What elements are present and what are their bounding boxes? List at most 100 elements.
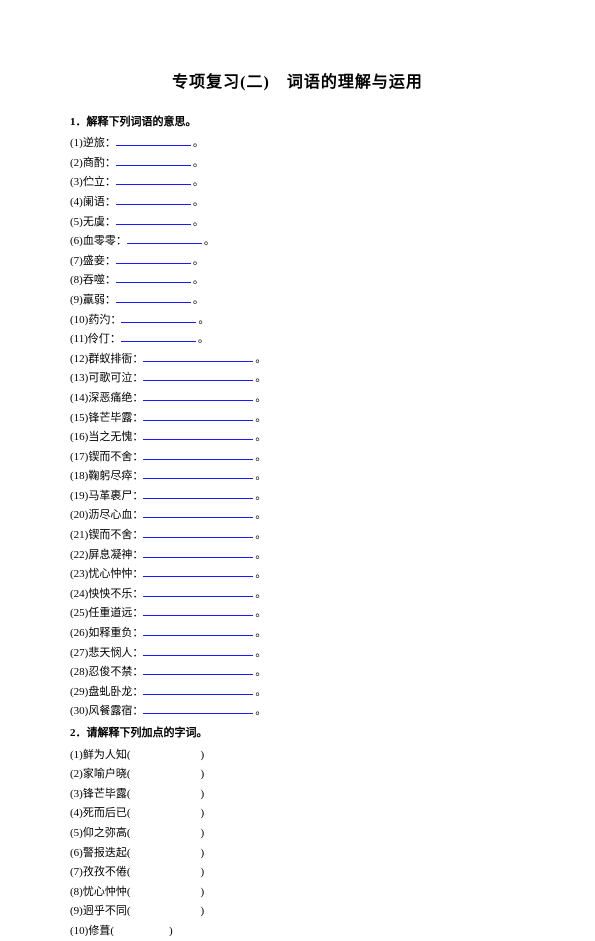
answer-blank[interactable]: [143, 390, 253, 401]
period: 。: [255, 449, 266, 467]
char-word: 锋芒毕露(: [83, 786, 131, 804]
answer-blank[interactable]: [143, 605, 253, 616]
vocab-label: (7): [70, 253, 83, 271]
period: 。: [204, 233, 215, 251]
answer-blank[interactable]: [116, 135, 191, 146]
answer-blank[interactable]: [143, 449, 253, 460]
period: 。: [255, 468, 266, 486]
period: 。: [193, 214, 204, 232]
vocab-label: (27): [70, 645, 88, 663]
vocab-label: (4): [70, 194, 83, 212]
period: 。: [255, 429, 266, 447]
vocab-row: (23)忧心忡忡：。: [70, 566, 525, 584]
answer-blank[interactable]: [116, 272, 191, 283]
vocab-word: 伶仃：: [88, 331, 121, 349]
vocab-row: (16)当之无愧：。: [70, 429, 525, 447]
char-word: 死而后已(: [83, 805, 131, 823]
answer-blank[interactable]: [116, 174, 191, 185]
vocab-word: 如释重负：: [88, 625, 143, 643]
period: 。: [193, 272, 204, 290]
section2-list: (1)鲜为人知()(2)家喻户晓()(3)锋芒毕露()(4)死而后已()(5)仰…: [70, 747, 525, 941]
vocab-row: (8)吞噬：。: [70, 272, 525, 290]
char-word: 仰之弥高(: [83, 825, 131, 843]
period: 。: [255, 664, 266, 682]
char-word: 警报迭起(: [83, 845, 131, 863]
vocab-row: (19)马革裹尸：。: [70, 488, 525, 506]
answer-blank[interactable]: [121, 312, 196, 323]
period: 。: [193, 194, 204, 212]
vocab-word: 深恶痛绝：: [88, 390, 143, 408]
answer-blank[interactable]: [143, 527, 253, 538]
vocab-label: (19): [70, 488, 88, 506]
char-word: 忧心忡忡(: [83, 884, 131, 902]
char-row: (10)修葺(): [70, 923, 525, 941]
vocab-word: 逆旅：: [83, 135, 116, 153]
vocab-label: (20): [70, 507, 88, 525]
vocab-row: (26)如释重负： 。: [70, 625, 525, 643]
close-paren: ): [201, 884, 205, 902]
answer-blank[interactable]: [143, 684, 253, 695]
char-word: 修葺(: [88, 923, 114, 941]
answer-blank[interactable]: [143, 645, 253, 656]
vocab-label: (11): [70, 331, 88, 349]
close-paren: ): [201, 766, 205, 784]
vocab-row: (9)羸弱：。: [70, 292, 525, 310]
answer-blank[interactable]: [143, 351, 253, 362]
vocab-row: (1)逆旅： 。: [70, 135, 525, 153]
vocab-label: (1): [70, 135, 83, 153]
answer-blank[interactable]: [143, 468, 253, 479]
answer-blank[interactable]: [143, 370, 253, 381]
answer-blank[interactable]: [143, 507, 253, 518]
vocab-row: (14)深恶痛绝：。: [70, 390, 525, 408]
char-label: (9): [70, 903, 83, 921]
answer-blank[interactable]: [127, 233, 202, 244]
answer-blank[interactable]: [143, 703, 253, 714]
char-label: (10): [70, 923, 88, 941]
vocab-label: (26): [70, 625, 88, 643]
answer-blank[interactable]: [116, 194, 191, 205]
answer-blank[interactable]: [143, 547, 253, 558]
vocab-word: 盛妾：: [83, 253, 116, 271]
period: 。: [255, 625, 266, 643]
char-word: 鲜为人知(: [83, 747, 131, 765]
char-row: (1)鲜为人知(): [70, 747, 525, 765]
vocab-row: (29)盘虬卧龙：。: [70, 684, 525, 702]
char-label: (8): [70, 884, 83, 902]
answer-blank[interactable]: [121, 331, 196, 342]
answer-blank[interactable]: [143, 586, 253, 597]
vocab-row: (28)忍俊不禁：。: [70, 664, 525, 682]
vocab-word: 风餐露宿：: [88, 703, 143, 721]
answer-blank[interactable]: [116, 155, 191, 166]
period: 。: [193, 135, 204, 153]
close-paren: ): [201, 786, 205, 804]
answer-blank[interactable]: [143, 410, 253, 421]
char-row: (7)孜孜不倦(): [70, 864, 525, 882]
answer-blank[interactable]: [143, 664, 253, 675]
answer-blank[interactable]: [143, 566, 253, 577]
close-paren: ): [201, 805, 205, 823]
vocab-word: 无虞：: [83, 214, 116, 232]
answer-blank[interactable]: [143, 429, 253, 440]
vocab-word: 怏怏不乐：: [88, 586, 143, 604]
answer-blank[interactable]: [116, 214, 191, 225]
vocab-row: (15)锋芒毕露：。: [70, 410, 525, 428]
vocab-row: (3)伫立：。: [70, 174, 525, 192]
vocab-row: (7)盛妾：。: [70, 253, 525, 271]
vocab-label: (17): [70, 449, 88, 467]
char-label: (2): [70, 766, 83, 784]
answer-blank[interactable]: [143, 488, 253, 499]
answer-blank[interactable]: [116, 253, 191, 264]
char-row: (5)仰之弥高(): [70, 825, 525, 843]
vocab-row: (12)群蚁排衙：。: [70, 351, 525, 369]
vocab-label: (12): [70, 351, 88, 369]
period: 。: [193, 155, 204, 173]
vocab-row: (2)商酌：。: [70, 155, 525, 173]
vocab-word: 商酌：: [83, 155, 116, 173]
answer-blank[interactable]: [143, 625, 253, 636]
period: 。: [255, 605, 266, 623]
period: 。: [255, 566, 266, 584]
vocab-label: (9): [70, 292, 83, 310]
answer-blank[interactable]: [116, 292, 191, 303]
vocab-row: (24)怏怏不乐：。: [70, 586, 525, 604]
vocab-word: 群蚁排衙：: [88, 351, 143, 369]
